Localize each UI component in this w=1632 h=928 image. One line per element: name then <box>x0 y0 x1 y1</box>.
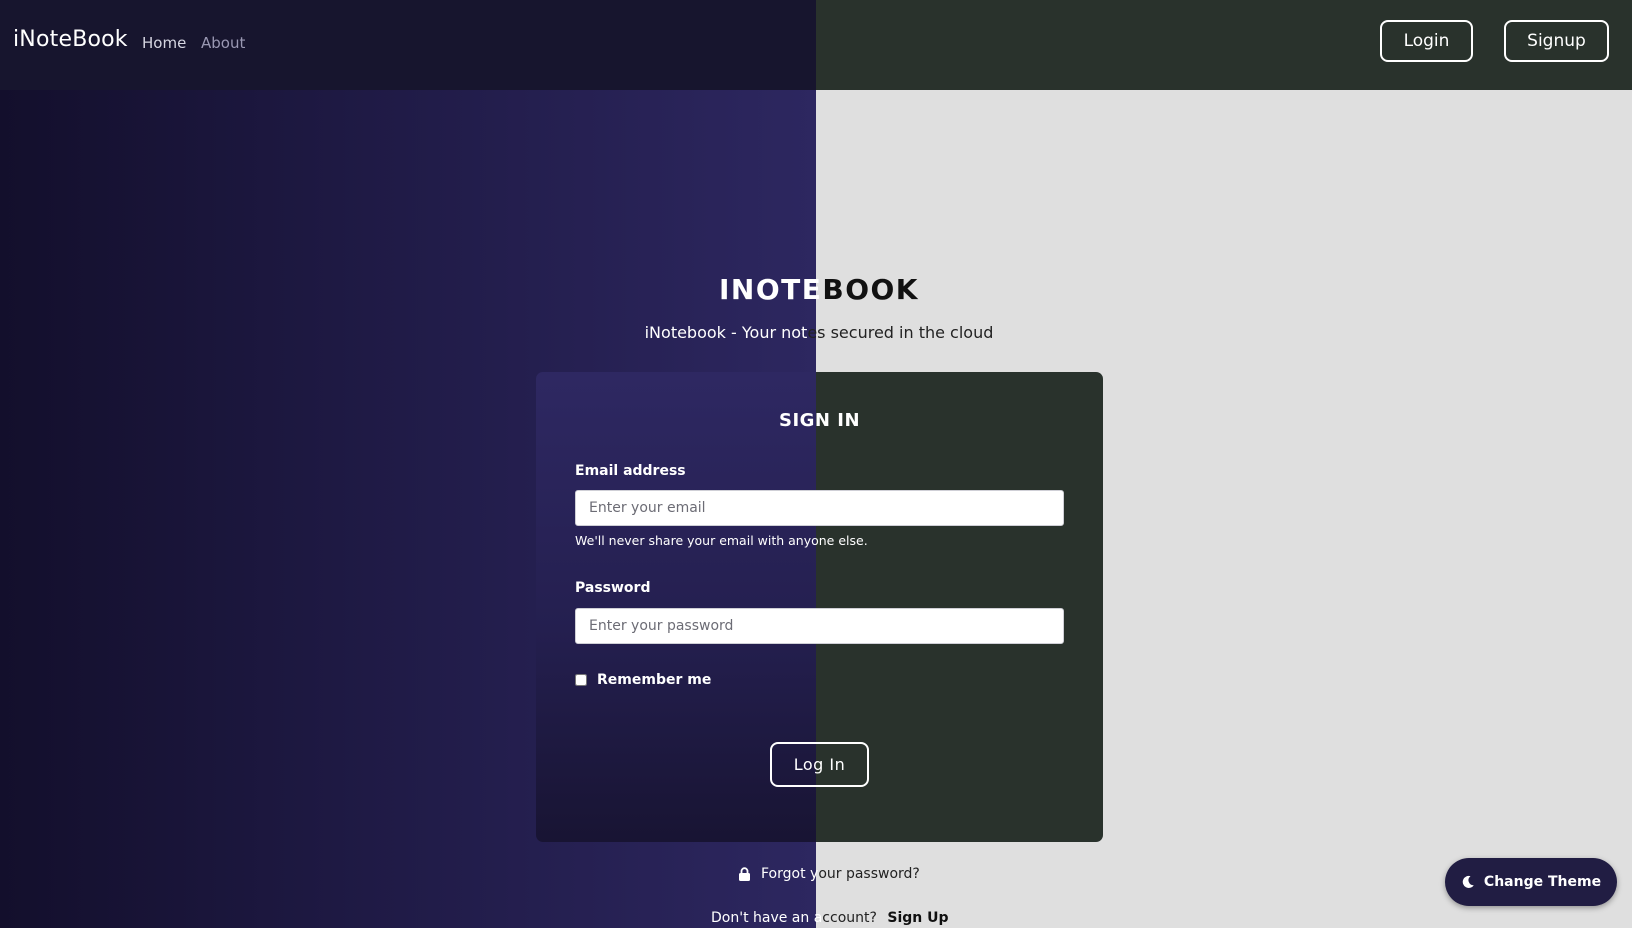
no-account-text-right: ccount? <box>822 910 877 926</box>
signin-title: SIGN IN <box>778 410 861 431</box>
brand-logo[interactable]: iNoteBook <box>13 27 128 52</box>
no-account-text-left: Don't have an a <box>711 910 823 926</box>
signin-card: SIGN IN Email address We'll never share … <box>536 372 1103 842</box>
nav-link-about[interactable]: About <box>201 34 245 52</box>
email-help-text: We'll never share your email with anyone… <box>575 533 868 548</box>
page-subtitle-right: es secured in the cloud <box>807 323 994 342</box>
no-account-line: Don't have an account? Sign Up <box>711 910 949 926</box>
page-subtitle-left: iNotebook - Your not <box>644 323 808 342</box>
page-title-left: INOTE <box>718 273 823 306</box>
login-button[interactable]: Login <box>1380 20 1473 62</box>
remember-me-row: Remember me <box>575 672 711 688</box>
page-subtitle: iNotebook - Your notes secured in the cl… <box>0 323 1632 342</box>
sign-up-link[interactable]: Sign Up <box>887 910 948 926</box>
moon-icon <box>1462 875 1474 888</box>
remember-me-checkbox[interactable] <box>575 674 587 686</box>
change-theme-button[interactable]: Change Theme <box>1445 858 1617 906</box>
lock-icon <box>739 867 750 881</box>
forgot-password-text-left: Forgot y <box>761 866 819 882</box>
nav-link-home[interactable]: Home <box>142 34 186 52</box>
remember-me-label: Remember me <box>597 672 712 688</box>
page-title: INOTEBOOK <box>0 273 1632 306</box>
page-title-right: BOOK <box>822 273 920 306</box>
forgot-password-link[interactable]: Forgot y our password? <box>738 866 920 882</box>
forgot-password-text-right: our password? <box>818 866 920 882</box>
password-field[interactable] <box>575 608 1064 644</box>
change-theme-label: Change Theme <box>1483 874 1602 890</box>
signup-button[interactable]: Signup <box>1504 20 1609 62</box>
email-label: Email address <box>575 463 686 479</box>
email-field[interactable] <box>575 490 1064 526</box>
password-label: Password <box>575 580 651 596</box>
log-in-button[interactable]: Log In <box>770 742 869 787</box>
